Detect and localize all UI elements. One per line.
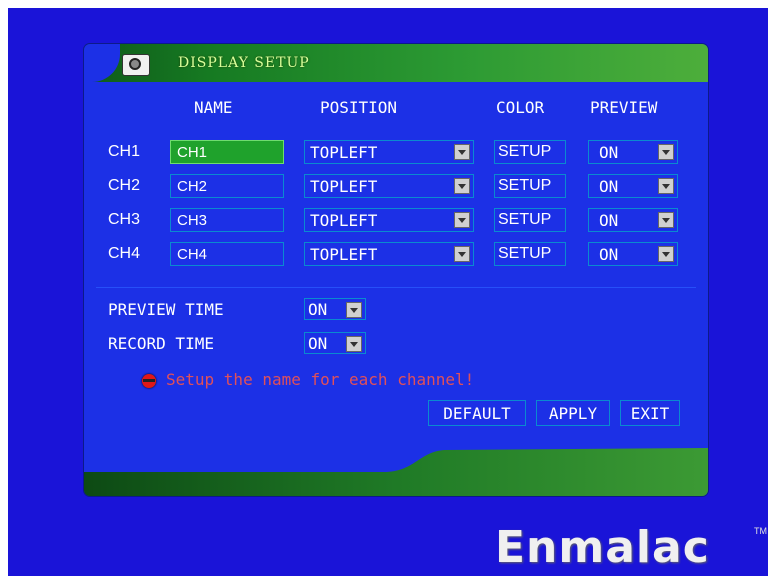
dialog-title: DISPLAY SETUP <box>178 55 310 71</box>
color-setup-button[interactable]: SETUP <box>494 140 566 164</box>
preview-value: ON <box>599 245 619 264</box>
brand-logo: Enmalac <box>495 522 710 573</box>
channel-label: CH1 <box>108 143 141 160</box>
record-time-select[interactable]: ON <box>304 332 366 354</box>
channel-name-field[interactable]: CH4 <box>170 242 284 266</box>
dropdown-arrow-icon[interactable] <box>454 144 470 160</box>
preview-time-select[interactable]: ON <box>304 298 366 320</box>
dropdown-arrow-icon[interactable] <box>658 212 674 228</box>
dropdown-arrow-icon[interactable] <box>454 246 470 262</box>
apply-button[interactable]: APPLY <box>536 400 610 426</box>
preview-value: ON <box>599 143 619 162</box>
record-time-value: ON <box>308 334 328 353</box>
position-value: TOPLEFT <box>310 245 378 264</box>
preview-value: ON <box>599 211 619 230</box>
preview-select[interactable]: ON <box>588 174 678 198</box>
channel-label: CH4 <box>108 245 141 262</box>
bottom-bar <box>84 448 708 496</box>
channel-label: CH3 <box>108 211 141 228</box>
preview-select[interactable]: ON <box>588 242 678 266</box>
channel-name-field[interactable]: CH2 <box>170 174 284 198</box>
header-position: POSITION <box>320 98 398 117</box>
default-button[interactable]: DEFAULT <box>428 400 526 426</box>
trademark: TM <box>754 526 767 536</box>
dropdown-arrow-icon[interactable] <box>346 302 362 318</box>
hint-text: Setup the name for each channel! <box>166 370 475 389</box>
preview-time-value: ON <box>308 300 328 319</box>
title-bar: DISPLAY SETUP <box>84 44 708 82</box>
position-select[interactable]: TOPLEFT <box>304 174 474 198</box>
channel-name-field[interactable]: CH3 <box>170 208 284 232</box>
dropdown-arrow-icon[interactable] <box>658 246 674 262</box>
position-value: TOPLEFT <box>310 177 378 196</box>
preview-time-label: PREVIEW TIME <box>108 300 224 319</box>
position-value: TOPLEFT <box>310 143 378 162</box>
header-name: NAME <box>194 98 233 117</box>
exit-button[interactable]: EXIT <box>620 400 680 426</box>
color-setup-button[interactable]: SETUP <box>494 174 566 198</box>
record-time-label: RECORD TIME <box>108 334 214 353</box>
header-color: COLOR <box>496 98 545 117</box>
dropdown-arrow-icon[interactable] <box>346 336 362 352</box>
display-setup-dialog: DISPLAY SETUP NAME POSITION COLOR PREVIE… <box>84 44 708 496</box>
position-value: TOPLEFT <box>310 211 378 230</box>
dropdown-arrow-icon[interactable] <box>454 178 470 194</box>
color-setup-button[interactable]: SETUP <box>494 208 566 232</box>
color-setup-button[interactable]: SETUP <box>494 242 566 266</box>
dropdown-arrow-icon[interactable] <box>454 212 470 228</box>
position-select[interactable]: TOPLEFT <box>304 208 474 232</box>
channel-name-field[interactable]: CH1 <box>170 140 284 164</box>
camera-icon <box>122 54 150 76</box>
preview-value: ON <box>599 177 619 196</box>
divider <box>96 287 696 288</box>
red-dot-icon <box>142 374 156 388</box>
header-preview: PREVIEW <box>590 98 658 117</box>
dropdown-arrow-icon[interactable] <box>658 144 674 160</box>
position-select[interactable]: TOPLEFT <box>304 140 474 164</box>
preview-select[interactable]: ON <box>588 208 678 232</box>
dropdown-arrow-icon[interactable] <box>658 178 674 194</box>
preview-select[interactable]: ON <box>588 140 678 164</box>
channel-label: CH2 <box>108 177 141 194</box>
position-select[interactable]: TOPLEFT <box>304 242 474 266</box>
